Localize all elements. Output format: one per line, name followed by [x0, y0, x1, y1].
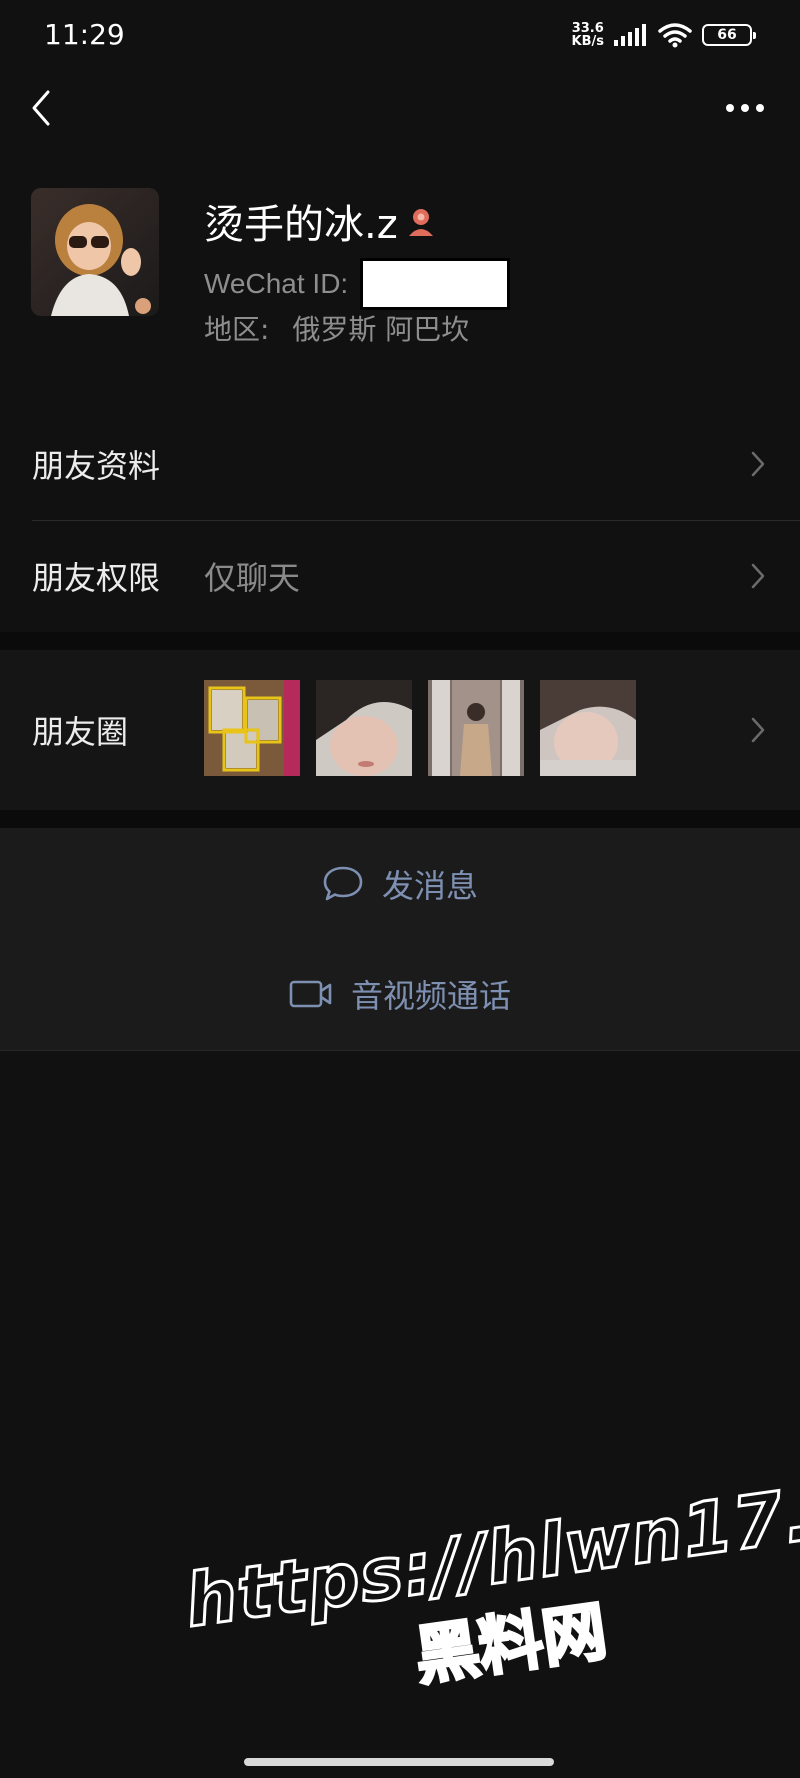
moments-row[interactable]: 朋友圈 — [0, 650, 800, 810]
nav-bar — [0, 70, 800, 146]
battery-level: 66 — [717, 27, 737, 43]
wechat-id-row: WeChat ID: — [204, 258, 511, 310]
chevron-left-icon — [32, 90, 50, 126]
wechat-id-label: WeChat ID: — [204, 268, 349, 299]
moments-photo-3 — [428, 680, 524, 776]
moments-thumbnail[interactable] — [204, 680, 300, 776]
friend-permissions-label: 朋友权限 — [32, 559, 161, 597]
more-dots-icon — [726, 104, 764, 112]
moments-section: 朋友圈 — [0, 650, 800, 810]
chevron-right-icon — [751, 717, 765, 743]
avatar-image — [31, 188, 159, 316]
chevron-right-icon — [751, 451, 765, 477]
profile-nickname: 烫手的冰.z — [204, 192, 438, 250]
video-camera-icon — [289, 980, 332, 1008]
friend-permissions-row[interactable]: 朋友权限 仅聊天 — [0, 520, 800, 632]
actions-section: 发消息 音视频通话 — [0, 828, 800, 1050]
battery-tip — [753, 32, 756, 39]
watermark: https://hlwn17.com 黑料网 — [179, 1447, 800, 1768]
divider — [0, 1050, 800, 1051]
status-time: 11:29 — [44, 18, 125, 51]
moments-thumbnail[interactable] — [540, 680, 636, 776]
moments-thumbnail[interactable] — [428, 680, 524, 776]
friend-info-section: 朋友资料 朋友权限 仅聊天 — [0, 408, 800, 632]
moments-photo-4 — [540, 680, 636, 776]
wifi-icon — [658, 23, 692, 48]
profile-header: 烫手的冰.z WeChat ID: 地区: 俄罗斯 阿巴坎 — [0, 188, 800, 346]
signal-bars-icon — [614, 24, 646, 46]
friend-profile-row[interactable]: 朋友资料 — [0, 408, 800, 520]
status-icons: 33.6 KB/s 66 — [572, 22, 756, 48]
battery-icon: 66 — [702, 24, 756, 46]
more-button[interactable] — [720, 88, 770, 128]
send-message-button[interactable]: 发消息 — [0, 828, 800, 940]
moments-thumbnail[interactable] — [316, 680, 412, 776]
chevron-right-icon — [751, 563, 765, 589]
nickname-text: 烫手的冰.z — [204, 202, 398, 248]
video-call-label: 音视频通话 — [350, 977, 511, 1015]
chat-bubble-icon — [323, 866, 363, 901]
moments-photo-2 — [316, 680, 412, 776]
video-call-button[interactable]: 音视频通话 — [0, 938, 800, 1050]
region-label: 地区: — [204, 313, 270, 346]
status-bar: 11:29 33.6 KB/s 66 — [0, 0, 800, 70]
section-gap — [0, 810, 800, 828]
region-value: 俄罗斯 阿巴坎 — [292, 313, 470, 346]
moments-photo-1 — [204, 680, 300, 776]
section-gap — [0, 632, 800, 650]
home-indicator[interactable] — [244, 1758, 554, 1766]
region-row: 地区: 俄罗斯 阿巴坎 — [204, 308, 469, 348]
send-message-label: 发消息 — [381, 867, 478, 905]
network-speed: 33.6 KB/s — [572, 22, 604, 48]
wechat-id-redacted — [360, 258, 511, 310]
network-speed-unit: KB/s — [571, 34, 604, 49]
female-icon — [408, 209, 433, 236]
moments-label: 朋友圈 — [32, 713, 129, 751]
friend-profile-label: 朋友资料 — [32, 447, 161, 485]
back-button[interactable] — [22, 84, 62, 132]
avatar[interactable] — [31, 188, 159, 316]
friend-permissions-value: 仅聊天 — [204, 559, 301, 597]
